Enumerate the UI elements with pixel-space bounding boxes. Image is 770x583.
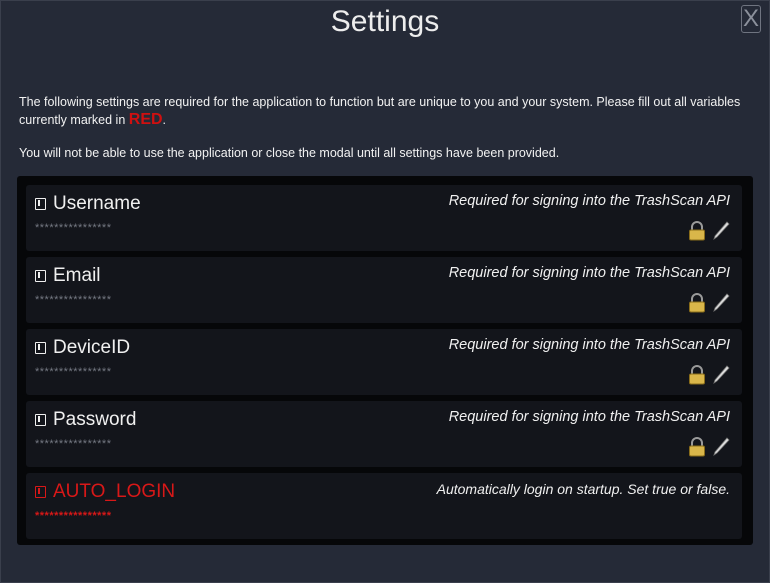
warning-text: You will not be able to use the applicat…: [19, 146, 560, 160]
key-icon: [35, 270, 46, 282]
setting-description: Required for signing into the TrashScan …: [448, 409, 730, 425]
setting-key-label: AUTO_LOGIN: [53, 481, 176, 502]
close-icon[interactable]: X: [741, 5, 761, 33]
setting-value: ****************: [35, 222, 112, 234]
setting-description: Required for signing into the TrashScan …: [448, 193, 730, 209]
setting-key: DeviceID: [35, 337, 130, 359]
setting-value: ****************: [35, 510, 112, 522]
pen-icon[interactable]: [712, 293, 730, 313]
setting-key: AUTO_LOGIN: [35, 481, 175, 503]
setting-row-deviceid[interactable]: DeviceID **************** Required for s…: [26, 329, 742, 395]
key-icon: [35, 414, 46, 426]
setting-key: Email: [35, 265, 101, 287]
modal-title: Settings: [330, 5, 440, 38]
pen-icon[interactable]: [712, 365, 730, 385]
intro-end: .: [162, 113, 167, 127]
setting-value: ****************: [35, 438, 112, 450]
setting-actions: [688, 293, 730, 313]
pen-icon[interactable]: [712, 437, 730, 457]
setting-description: Automatically login on startup. Set true…: [436, 481, 730, 497]
setting-actions: [688, 437, 730, 457]
intro-text: The following settings are required for …: [19, 93, 764, 129]
setting-value: ****************: [35, 294, 112, 306]
lock-icon[interactable]: [688, 437, 706, 457]
lock-icon[interactable]: [688, 221, 706, 241]
setting-key: Username: [35, 193, 141, 215]
settings-list: Username **************** Required for s…: [17, 176, 753, 545]
setting-row-auto-login[interactable]: AUTO_LOGIN **************** Automaticall…: [26, 473, 742, 539]
setting-description: Required for signing into the TrashScan …: [448, 337, 730, 353]
setting-key-label: Email: [53, 265, 101, 286]
settings-modal: Settings X The following settings are re…: [0, 0, 770, 583]
lock-icon[interactable]: [688, 293, 706, 313]
setting-row-password[interactable]: Password **************** Required for s…: [26, 401, 742, 467]
key-icon: [35, 342, 46, 354]
setting-row-username[interactable]: Username **************** Required for s…: [26, 185, 742, 251]
setting-key-label: DeviceID: [53, 337, 131, 358]
setting-description: Required for signing into the TrashScan …: [448, 265, 730, 281]
setting-key-label: Username: [53, 193, 141, 214]
intro-red-word: RED: [128, 111, 163, 128]
setting-actions: [688, 221, 730, 241]
pen-icon[interactable]: [712, 221, 730, 241]
setting-actions: [688, 365, 730, 385]
setting-value: ****************: [35, 366, 112, 378]
setting-key: Password: [35, 409, 136, 431]
key-icon: [35, 486, 46, 498]
lock-icon[interactable]: [688, 365, 706, 385]
setting-row-email[interactable]: Email **************** Required for sign…: [26, 257, 742, 323]
intro-main: The following settings are required for …: [19, 95, 741, 127]
setting-key-label: Password: [53, 409, 137, 430]
key-icon: [35, 198, 46, 210]
